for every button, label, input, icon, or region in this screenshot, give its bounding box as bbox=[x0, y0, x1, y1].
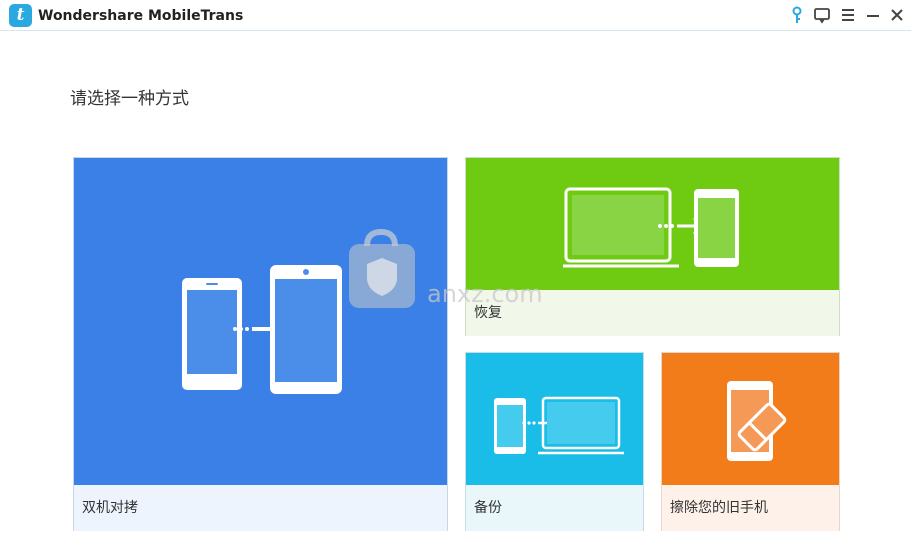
chat-bubble-icon bbox=[814, 8, 830, 24]
app-logo-letter: t bbox=[16, 5, 25, 25]
backup-art bbox=[466, 353, 643, 485]
feedback-button[interactable] bbox=[811, 4, 833, 26]
page-heading: 请选择一种方式 bbox=[70, 89, 189, 109]
key-button[interactable] bbox=[786, 4, 808, 26]
close-button[interactable] bbox=[886, 4, 908, 26]
erase-art bbox=[662, 353, 839, 485]
eraser-phone-icon bbox=[727, 381, 787, 461]
backup-label: 备份 bbox=[466, 485, 643, 531]
title-bar: t Wondershare MobileTrans bbox=[0, 0, 911, 31]
menu-button[interactable] bbox=[837, 4, 859, 26]
key-icon bbox=[792, 6, 802, 23]
phone-transfer-tile[interactable]: 双机对拷 bbox=[73, 157, 448, 531]
app-title: Wondershare MobileTrans bbox=[38, 8, 244, 24]
app-logo-icon: t bbox=[9, 4, 32, 27]
backup-tile[interactable]: 备份 bbox=[465, 352, 644, 531]
phone-to-laptop-icon bbox=[494, 396, 624, 455]
restore-art bbox=[466, 158, 839, 290]
close-icon bbox=[891, 9, 903, 21]
hamburger-menu-icon bbox=[842, 9, 854, 21]
minimize-button[interactable] bbox=[862, 4, 884, 26]
erase-label: 擦除您的旧手机 bbox=[662, 485, 839, 531]
phone-to-phone-icon bbox=[182, 265, 342, 394]
restore-label: 恢复 bbox=[466, 290, 839, 336]
laptop-to-phone-icon bbox=[563, 187, 739, 268]
phone-transfer-label: 双机对拷 bbox=[74, 485, 447, 531]
restore-tile[interactable]: 恢复 bbox=[465, 157, 840, 336]
minimize-icon bbox=[867, 15, 879, 17]
phone-transfer-art bbox=[74, 158, 447, 485]
erase-tile[interactable]: 擦除您的旧手机 bbox=[661, 352, 840, 531]
